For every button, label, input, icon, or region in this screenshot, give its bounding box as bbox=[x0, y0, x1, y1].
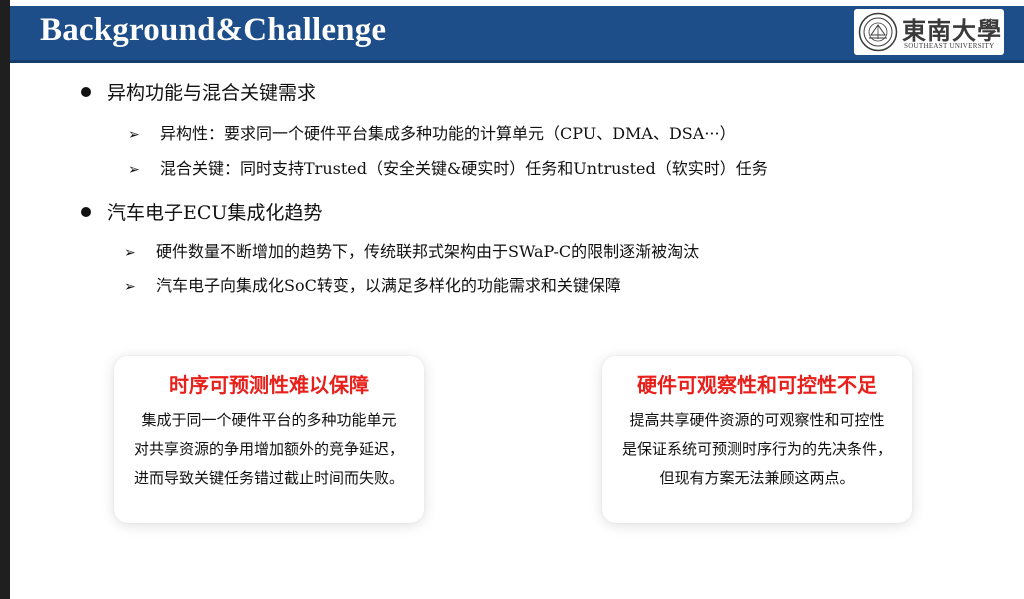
list-item: ➢ 硬件数量不断增加的趋势下，传统联邦式架构由于SWaP-C的限制逐渐被淘汰 bbox=[124, 238, 699, 262]
list-item-text: 异构性：要求同一个硬件平台集成多种功能的计算单元（CPU、DMA、DSA···） bbox=[160, 124, 736, 143]
list-item: ➢ 混合关键：同时支持Trusted（安全关键&硬实时）任务和Untrusted（… bbox=[128, 155, 768, 179]
slide-canvas: Background&Challenge 東南大學 SOUTHEAST UNIV… bbox=[0, 0, 1024, 599]
arrow-bullet-icon: ➢ bbox=[128, 162, 140, 178]
arrow-bullet-icon: ➢ bbox=[124, 245, 136, 261]
list-item-text: 硬件数量不断增加的趋势下，传统联邦式架构由于SWaP-C的限制逐渐被淘汰 bbox=[156, 242, 700, 261]
bullet-dot-icon bbox=[81, 207, 91, 217]
title-bar: Background&Challenge 東南大學 SOUTHEAST UNIV… bbox=[10, 6, 1024, 63]
list-item-text: 汽车电子向集成化SoC转变，以满足多样化的功能需求和关键保障 bbox=[156, 276, 621, 295]
card-title: 时序可预测性难以保障 bbox=[169, 373, 369, 397]
card-title: 硬件可观察性和可控性不足 bbox=[637, 373, 877, 397]
challenge-card: 硬件可观察性和可控性不足 提高共享硬件资源的可观察性和可控性 是保证系统可预测时… bbox=[602, 356, 912, 523]
section-heading: 异构功能与混合关键需求 bbox=[81, 78, 316, 105]
bullet-dot-icon bbox=[81, 87, 91, 97]
section-heading-text: 异构功能与混合关键需求 bbox=[107, 82, 317, 104]
card-text-line: 提高共享硬件资源的可观察性和可控性 bbox=[629, 411, 885, 429]
slide-title: Background&Challenge bbox=[40, 12, 387, 48]
window-edge bbox=[0, 0, 10, 599]
arrow-bullet-icon: ➢ bbox=[124, 279, 136, 295]
logo-english-name: SOUTHEAST UNIVERSITY bbox=[904, 42, 995, 50]
card-text-line: 进而导致关键任务错过截止时间而失败。 bbox=[133, 469, 404, 487]
arrow-bullet-icon: ➢ bbox=[128, 127, 140, 143]
card-text-line: 对共享资源的争用增加额外的竞争延迟， bbox=[133, 440, 404, 458]
list-item: ➢ 汽车电子向集成化SoC转变，以满足多样化的功能需求和关键保障 bbox=[124, 272, 621, 296]
card-text-line: 是保证系统可预测时序行为的先决条件， bbox=[621, 440, 892, 458]
list-item-text: 混合关键：同时支持Trusted（安全关键&硬实时）任务和Untrusted（软… bbox=[160, 159, 768, 178]
challenge-card: 时序可预测性难以保障 集成于同一个硬件平台的多种功能单元 对共享资源的争用增加额… bbox=[114, 356, 424, 523]
card-text-line: 集成于同一个硬件平台的多种功能单元 bbox=[141, 411, 397, 429]
university-logo: 東南大學 SOUTHEAST UNIVERSITY bbox=[854, 9, 1004, 55]
list-item: ➢ 异构性：要求同一个硬件平台集成多种功能的计算单元（CPU、DMA、DSA···… bbox=[128, 120, 736, 144]
card-text-line: 但现有方案无法兼顾这两点。 bbox=[659, 469, 855, 487]
logo-chinese-name: 東南大學 bbox=[902, 16, 1002, 45]
section-heading-text: 汽车电子ECU集成化趋势 bbox=[107, 202, 323, 224]
section-heading: 汽车电子ECU集成化趋势 bbox=[81, 198, 322, 225]
seal-icon bbox=[858, 12, 898, 52]
